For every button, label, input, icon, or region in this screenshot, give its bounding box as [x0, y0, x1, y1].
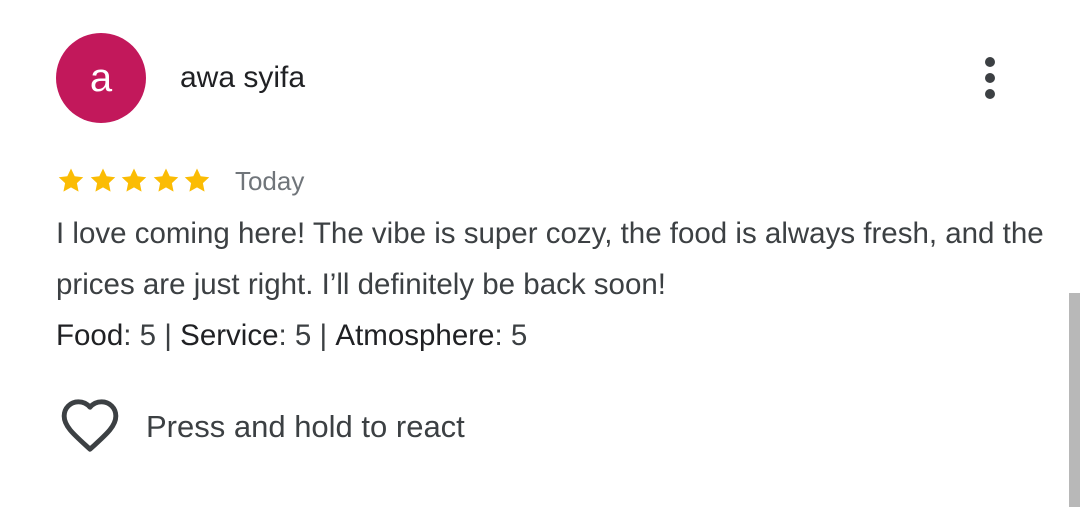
reviewer-name[interactable]: awa syifa [180, 60, 305, 96]
star-icon [58, 168, 84, 192]
label-colon: : [123, 319, 140, 352]
label-colon: : [494, 319, 511, 352]
atmosphere-value: 5 [510, 319, 528, 352]
review-text: I love coming here! The vibe is super co… [56, 217, 1044, 301]
more-vertical-icon [985, 57, 995, 99]
label-colon: : [278, 319, 295, 352]
rating-row: Today [56, 163, 304, 199]
food-value: 5 [139, 319, 157, 352]
food-label: Food [56, 319, 124, 352]
separator: | [311, 319, 336, 352]
service-label: Service [180, 319, 279, 352]
service-value: 5 [294, 319, 312, 352]
react-label: Press and hold to react [146, 409, 465, 444]
star-rating [56, 166, 214, 196]
scrollbar[interactable] [1069, 293, 1080, 507]
star-icon [185, 168, 210, 192]
atmosphere-label: Atmosphere [335, 319, 495, 352]
star-icon [90, 168, 115, 192]
heart-outline-icon [61, 399, 119, 452]
more-options-button[interactable] [965, 52, 1015, 104]
subratings: Food: 5 | Service: 5 | Atmosphere: 5 [56, 314, 527, 358]
react-button[interactable]: Press and hold to react [56, 396, 465, 458]
star-icon [121, 168, 147, 192]
review-date: Today [234, 166, 305, 196]
reviewer-avatar[interactable]: a [56, 33, 146, 123]
avatar-initial: a [89, 56, 113, 100]
separator: | [156, 319, 181, 352]
star-icon [153, 168, 179, 192]
